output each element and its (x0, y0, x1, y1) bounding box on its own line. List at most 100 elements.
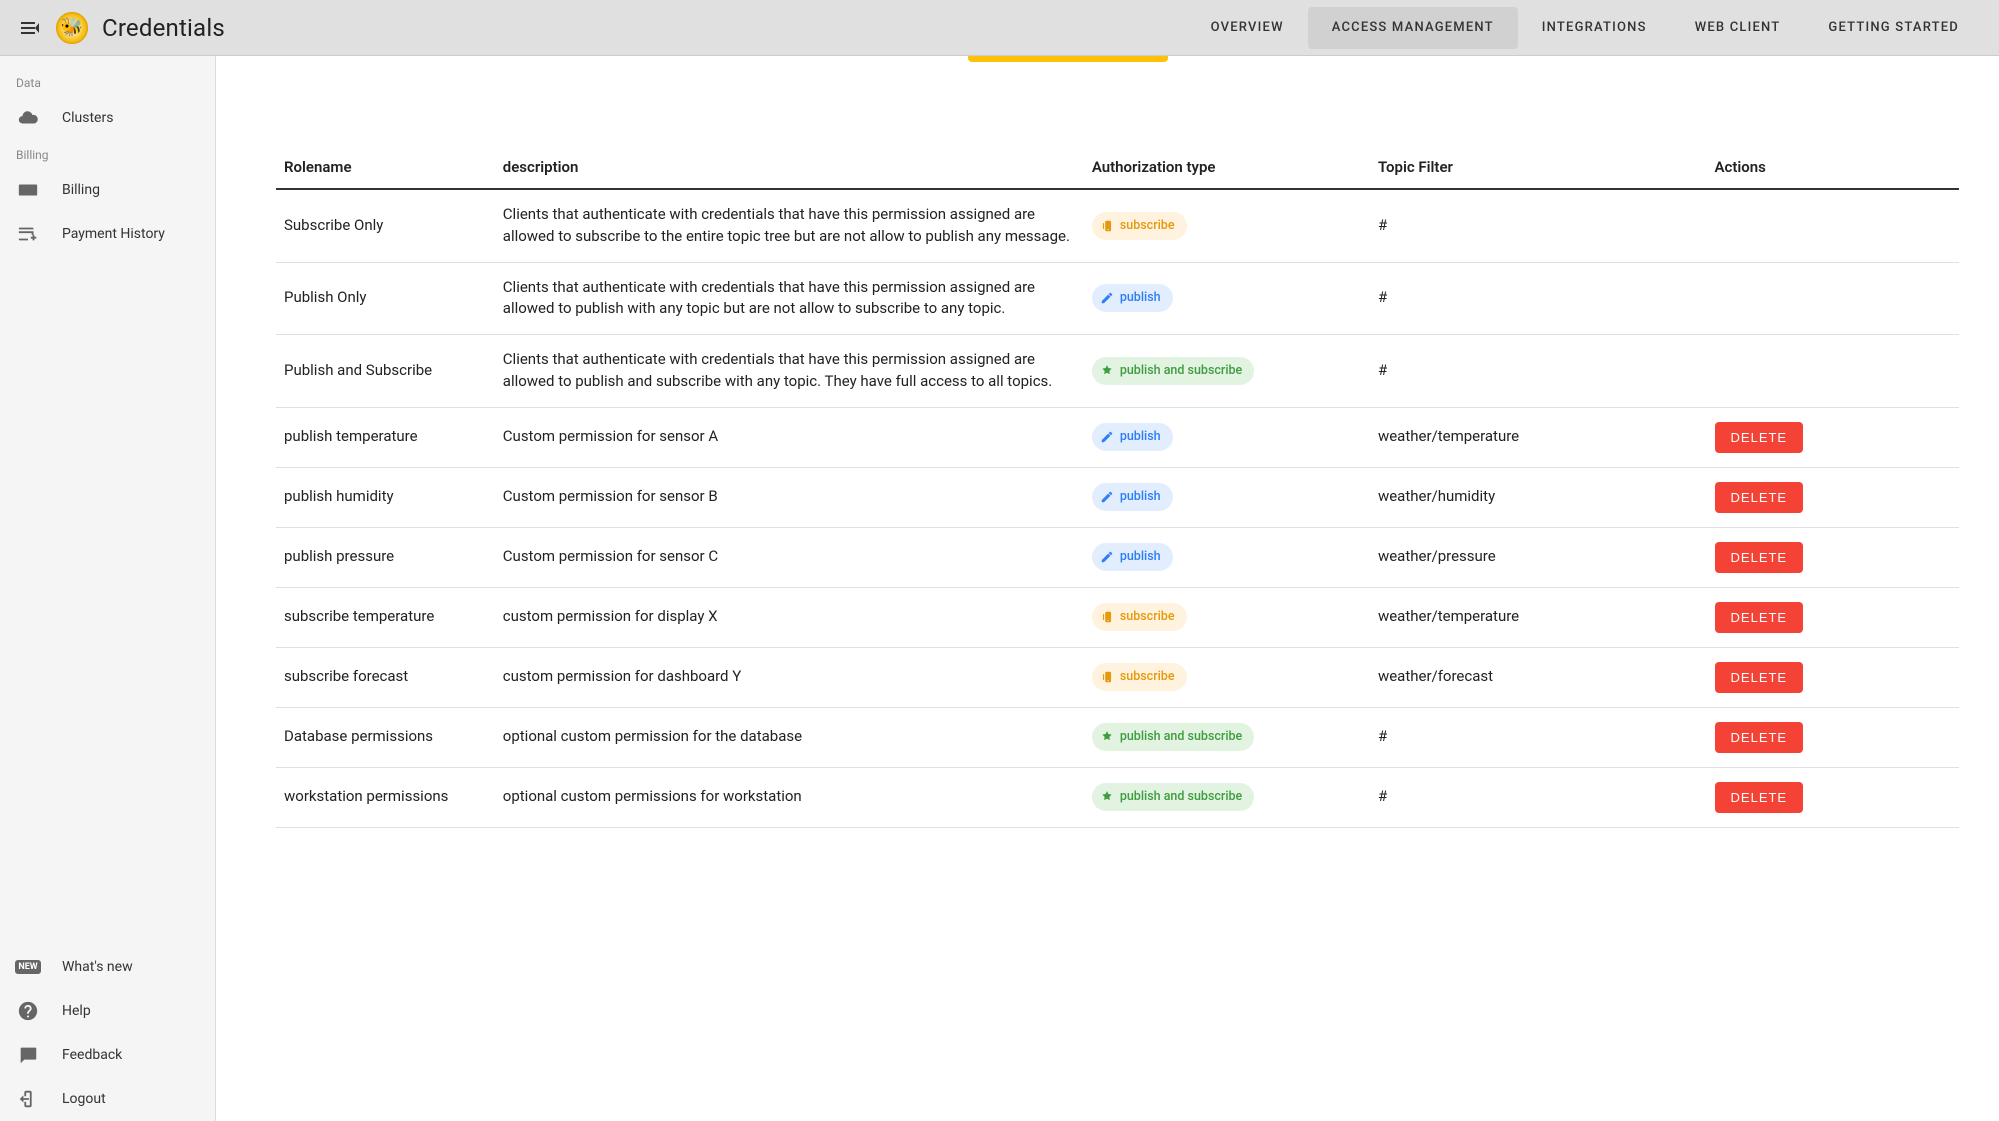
cell-topic: # (1370, 707, 1707, 767)
sidebar-section-billing: Billing (0, 140, 215, 168)
cell-rolename: Subscribe Only (276, 189, 495, 262)
sidebar-item-payment-history[interactable]: Payment History (0, 212, 215, 256)
cell-description: Clients that authenticate with credentia… (495, 335, 1084, 408)
cell-actions: DELETE (1707, 467, 1959, 527)
delete-button[interactable]: DELETE (1715, 422, 1804, 453)
cell-description: Custom permission for sensor B (495, 467, 1084, 527)
auth-chip-both: publish and subscribe (1092, 723, 1254, 751)
product-logo: 🐝 (56, 12, 88, 44)
tab-access-management[interactable]: ACCESS MANAGEMENT (1308, 7, 1518, 49)
main-content: Rolename description Authorization type … (216, 56, 1999, 1121)
cell-auth: subscribe (1084, 647, 1370, 707)
auth-chip-label: subscribe (1120, 217, 1175, 235)
app-header: 🐝 Credentials OVERVIEWACCESS MANAGEMENTI… (0, 0, 1999, 56)
cell-actions: DELETE (1707, 527, 1959, 587)
table-row: publish pressureCustom permission for se… (276, 527, 1959, 587)
cell-rolename: Publish Only (276, 262, 495, 335)
table-row: Publish and SubscribeClients that authen… (276, 335, 1959, 408)
cell-topic: weather/temperature (1370, 587, 1707, 647)
header-tabs: OVERVIEWACCESS MANAGEMENTINTEGRATIONSWEB… (1187, 0, 1983, 55)
cell-actions: DELETE (1707, 647, 1959, 707)
delete-button[interactable]: DELETE (1715, 542, 1804, 573)
feedback-icon (16, 1043, 40, 1067)
cell-description: custom permission for dashboard Y (495, 647, 1084, 707)
auth-chip-label: publish (1120, 428, 1161, 446)
cell-actions (1707, 189, 1959, 262)
cell-rolename: Database permissions (276, 707, 495, 767)
cell-description: Clients that authenticate with credentia… (495, 262, 1084, 335)
sidebar-item-what-s-new[interactable]: NEWWhat's new (0, 945, 215, 989)
menu-toggle-button[interactable] (16, 14, 44, 42)
cell-rolename: workstation permissions (276, 767, 495, 827)
auth-chip-label: publish and subscribe (1120, 788, 1242, 806)
table-header-row: Rolename description Authorization type … (276, 146, 1959, 189)
sidebar-item-billing[interactable]: Billing (0, 168, 215, 212)
cell-auth: publish (1084, 467, 1370, 527)
table-row: workstation permissionsoptional custom p… (276, 767, 1959, 827)
cell-topic: # (1370, 767, 1707, 827)
accent-strip (968, 56, 1168, 62)
cell-topic: # (1370, 335, 1707, 408)
delete-button[interactable]: DELETE (1715, 662, 1804, 693)
cell-auth: publish and subscribe (1084, 335, 1370, 408)
card-plus-icon (16, 222, 40, 246)
cell-topic: weather/pressure (1370, 527, 1707, 587)
table-row: Subscribe OnlyClients that authenticate … (276, 189, 1959, 262)
auth-chip-label: subscribe (1120, 608, 1175, 626)
cell-rolename: subscribe forecast (276, 647, 495, 707)
cell-rolename: publish humidity (276, 467, 495, 527)
sidebar-item-feedback[interactable]: Feedback (0, 1033, 215, 1077)
delete-button[interactable]: DELETE (1715, 602, 1804, 633)
cell-topic: weather/forecast (1370, 647, 1707, 707)
cell-actions: DELETE (1707, 767, 1959, 827)
tab-overview[interactable]: OVERVIEW (1187, 7, 1308, 49)
sidebar-item-label: Billing (62, 182, 100, 198)
page-title: Credentials (102, 14, 225, 42)
auth-chip-label: publish (1120, 488, 1161, 506)
delete-button[interactable]: DELETE (1715, 482, 1804, 513)
cell-actions: DELETE (1707, 407, 1959, 467)
col-header-rolename: Rolename (276, 146, 495, 189)
col-header-actions: Actions (1707, 146, 1959, 189)
sidebar-item-help[interactable]: Help (0, 989, 215, 1033)
sidebar-section-data: Data (0, 68, 215, 96)
sidebar: Data Clusters Billing Billing Payment Histor… (0, 56, 216, 1121)
auth-chip-both: publish and subscribe (1092, 357, 1254, 385)
sidebar-item-label: Payment History (62, 226, 165, 242)
card-icon (16, 178, 40, 202)
sidebar-item-label: Logout (62, 1091, 106, 1107)
cell-topic: weather/humidity (1370, 467, 1707, 527)
auth-chip-subscribe: subscribe (1092, 603, 1187, 631)
auth-chip-publish: publish (1092, 543, 1173, 571)
new-icon: NEW (16, 955, 40, 979)
tab-integrations[interactable]: INTEGRATIONS (1518, 7, 1671, 49)
cell-actions (1707, 335, 1959, 408)
auth-chip-label: publish and subscribe (1120, 728, 1242, 746)
sidebar-item-label: Clusters (62, 110, 113, 126)
auth-chip-subscribe: subscribe (1092, 212, 1187, 240)
auth-chip-subscribe: subscribe (1092, 663, 1187, 691)
table-row: Publish OnlyClients that authenticate wi… (276, 262, 1959, 335)
cell-description: custom permission for display X (495, 587, 1084, 647)
sidebar-item-label: Help (62, 1003, 91, 1019)
delete-button[interactable]: DELETE (1715, 722, 1804, 753)
sidebar-item-logout[interactable]: Logout (0, 1077, 215, 1121)
cell-auth: publish (1084, 262, 1370, 335)
tab-web-client[interactable]: WEB CLIENT (1671, 7, 1805, 49)
cell-description: Clients that authenticate with credentia… (495, 189, 1084, 262)
cell-description: optional custom permissions for workstat… (495, 767, 1084, 827)
sidebar-item-label: Feedback (62, 1047, 122, 1063)
cell-topic: # (1370, 189, 1707, 262)
table-row: Database permissionsoptional custom perm… (276, 707, 1959, 767)
cell-topic: weather/temperature (1370, 407, 1707, 467)
table-row: publish humidityCustom permission for se… (276, 467, 1959, 527)
col-header-description: description (495, 146, 1084, 189)
cell-auth: subscribe (1084, 189, 1370, 262)
sidebar-item-clusters[interactable]: Clusters (0, 96, 215, 140)
logout-icon (16, 1087, 40, 1111)
tab-getting-started[interactable]: GETTING STARTED (1804, 7, 1983, 49)
delete-button[interactable]: DELETE (1715, 782, 1804, 813)
cell-actions: DELETE (1707, 707, 1959, 767)
table-row: subscribe temperaturecustom permission f… (276, 587, 1959, 647)
auth-chip-publish: publish (1092, 423, 1173, 451)
